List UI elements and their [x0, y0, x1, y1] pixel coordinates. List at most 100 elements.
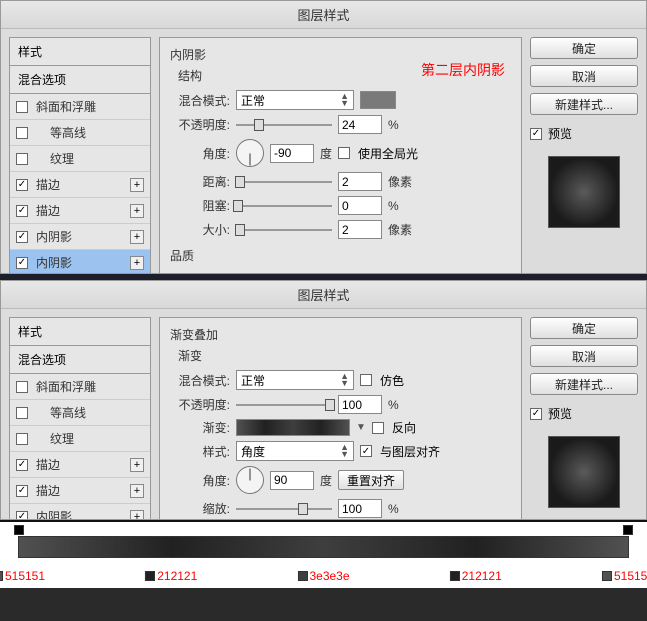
cancel-button[interactable]: 取消: [530, 65, 638, 87]
style-list-item[interactable]: 等高线: [10, 120, 150, 146]
style-list-item[interactable]: 纹理: [10, 146, 150, 172]
ok-button[interactable]: 确定: [530, 317, 638, 339]
color-stop[interactable]: 515151: [602, 569, 647, 583]
cancel-button[interactable]: 取消: [530, 345, 638, 367]
align-checkbox[interactable]: ✓: [360, 445, 372, 457]
opacity-unit: %: [388, 398, 399, 412]
style-checkbox[interactable]: [16, 407, 28, 419]
style-checkbox[interactable]: [16, 127, 28, 139]
blend-mode-select[interactable]: 正常 ▲▼: [236, 90, 354, 110]
style-list-item[interactable]: 纹理: [10, 426, 150, 452]
ok-button[interactable]: 确定: [530, 37, 638, 59]
style-checkbox[interactable]: [16, 153, 28, 165]
color-stop-marker[interactable]: [0, 571, 3, 581]
angle-label: 角度:: [170, 472, 230, 489]
style-list-item[interactable]: ✓描边+: [10, 452, 150, 478]
style-item-label: 内阴影: [32, 254, 126, 271]
select-arrows-icon: ▲▼: [340, 444, 349, 458]
reverse-checkbox[interactable]: [372, 422, 384, 434]
style-checkbox[interactable]: ✓: [16, 485, 28, 497]
angle-dial[interactable]: [236, 139, 264, 167]
add-effect-icon[interactable]: +: [130, 458, 144, 472]
style-checkbox[interactable]: [16, 381, 28, 393]
gradient-preview[interactable]: [236, 419, 350, 436]
style-checkbox[interactable]: ✓: [16, 459, 28, 471]
opacity-slider[interactable]: [236, 398, 332, 412]
scale-input[interactable]: [338, 499, 382, 518]
gradient-track[interactable]: 5151512121213e3e3e212121515151: [18, 536, 629, 558]
add-effect-icon[interactable]: +: [130, 484, 144, 498]
gradient-style-select[interactable]: 角度 ▲▼: [236, 441, 354, 461]
style-list-item[interactable]: 等高线: [10, 400, 150, 426]
add-effect-icon[interactable]: +: [130, 510, 144, 521]
choke-input[interactable]: [338, 196, 382, 215]
opacity-input[interactable]: [338, 115, 382, 134]
preview-checkbox[interactable]: ✓: [530, 408, 542, 420]
new-style-button[interactable]: 新建样式...: [530, 373, 638, 395]
style-list-item[interactable]: ✓描边+: [10, 198, 150, 224]
angle-input[interactable]: [270, 144, 314, 163]
style-item-label: 描边: [32, 482, 126, 499]
scale-slider[interactable]: [236, 502, 332, 516]
dialog-buttons: 确定 取消 新建样式... ✓ 预览: [530, 37, 638, 274]
blend-options-header[interactable]: 混合选项: [10, 346, 150, 374]
style-checkbox[interactable]: ✓: [16, 231, 28, 243]
color-stop[interactable]: 515151: [0, 569, 45, 583]
dither-checkbox[interactable]: [360, 374, 372, 386]
shadow-color-swatch[interactable]: [360, 91, 396, 109]
style-list-item[interactable]: ✓ 描边 +: [10, 172, 150, 198]
add-effect-icon[interactable]: +: [130, 178, 144, 192]
angle-dial[interactable]: [236, 466, 264, 494]
opacity-input[interactable]: [338, 395, 382, 414]
choke-slider[interactable]: [236, 199, 332, 213]
dropdown-icon[interactable]: ▼: [356, 422, 366, 433]
dialog-buttons: 确定 取消 新建样式... ✓ 预览: [530, 317, 638, 520]
blend-options-header[interactable]: 混合选项: [10, 66, 150, 94]
style-checkbox[interactable]: ✓: [16, 257, 28, 269]
add-effect-icon[interactable]: +: [130, 204, 144, 218]
color-stop-marker[interactable]: [602, 571, 612, 581]
reset-align-button[interactable]: 重置对齐: [338, 470, 404, 490]
style-label: 样式:: [170, 443, 230, 460]
style-checkbox[interactable]: ✓: [16, 511, 28, 521]
color-stop[interactable]: 3e3e3e: [297, 569, 349, 583]
color-stop-marker[interactable]: [145, 571, 155, 581]
distance-slider[interactable]: [236, 175, 332, 189]
size-slider[interactable]: [236, 223, 332, 237]
distance-input[interactable]: [338, 172, 382, 191]
scale-label: 缩放:: [170, 500, 230, 517]
style-list-item[interactable]: ✓ 内阴影 +: [10, 250, 150, 274]
style-list-item[interactable]: 斜面和浮雕: [10, 374, 150, 400]
preview-label: 预览: [548, 405, 572, 422]
styles-header[interactable]: 样式: [10, 318, 150, 346]
style-item-label: 描边: [32, 176, 126, 193]
color-stop-hex: 515151: [614, 569, 647, 583]
color-stop-marker[interactable]: [297, 571, 307, 581]
styles-header[interactable]: 样式: [10, 38, 150, 66]
distance-label: 距离:: [170, 173, 230, 190]
color-stop[interactable]: 212121: [450, 569, 502, 583]
angle-input[interactable]: [270, 471, 314, 490]
style-checkbox[interactable]: ✓: [16, 205, 28, 217]
global-light-checkbox[interactable]: [338, 147, 350, 159]
add-effect-icon[interactable]: +: [130, 230, 144, 244]
style-list-item[interactable]: ✓ 描边 +: [10, 478, 150, 504]
new-style-button[interactable]: 新建样式...: [530, 93, 638, 115]
style-checkbox[interactable]: ✓: [16, 179, 28, 191]
inner-shadow-settings: 内阴影 结构 第二层内阴影 混合模式: 正常 ▲▼ 不透明度: % 角度:: [159, 37, 522, 274]
opacity-stop[interactable]: [623, 525, 633, 535]
size-input[interactable]: [338, 220, 382, 239]
opacity-slider[interactable]: [236, 118, 332, 132]
preview-checkbox[interactable]: ✓: [530, 128, 542, 140]
opacity-stop[interactable]: [14, 525, 24, 535]
color-stop-marker[interactable]: [450, 571, 460, 581]
color-stop[interactable]: 212121: [145, 569, 197, 583]
blend-mode-select[interactable]: 正常 ▲▼: [236, 370, 354, 390]
style-checkbox[interactable]: [16, 101, 28, 113]
choke-label: 阻塞:: [170, 197, 230, 214]
add-effect-icon[interactable]: +: [130, 256, 144, 270]
style-list-item[interactable]: ✓内阴影+: [10, 224, 150, 250]
style-checkbox[interactable]: [16, 433, 28, 445]
style-list-item[interactable]: 斜面和浮雕: [10, 94, 150, 120]
style-list-item[interactable]: ✓内阴影+: [10, 504, 150, 520]
